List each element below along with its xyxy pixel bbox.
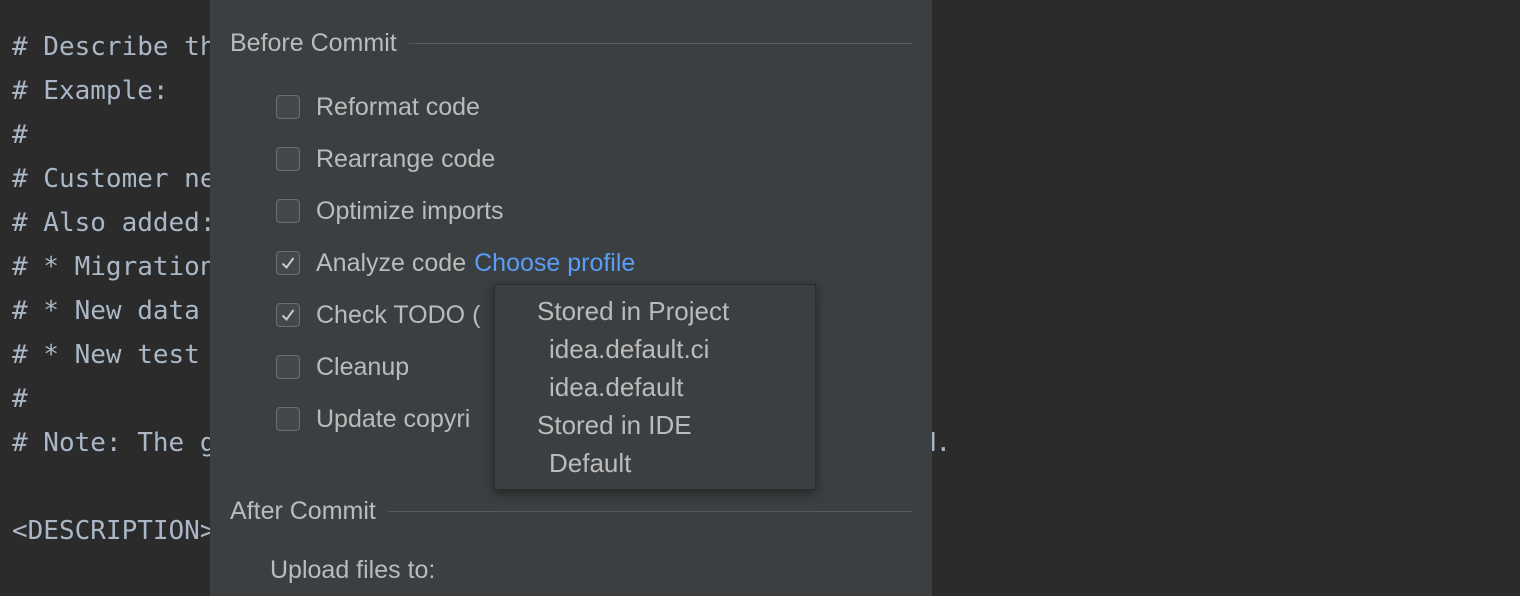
option-update-copyright[interactable]: Update copyri (276, 403, 470, 435)
option-cleanup[interactable]: Cleanup (276, 351, 409, 383)
choose-profile-link[interactable]: Choose profile (474, 249, 635, 278)
option-analyze-code[interactable]: Analyze code Choose profile (276, 247, 635, 279)
profile-default[interactable]: Default (549, 447, 631, 479)
option-label: Check TODO ( (316, 300, 481, 329)
code-line-6: # * Migration (12, 252, 216, 282)
option-label: Analyze code (316, 248, 467, 277)
option-reformat-code[interactable]: Reformat code (276, 91, 480, 123)
code-line-2: # Example: (12, 76, 169, 106)
before-commit-title: Before Commit (230, 28, 397, 57)
analyze-code-checkbox[interactable] (276, 251, 300, 275)
option-label: Cleanup (316, 352, 410, 381)
code-line-5: # Also added: (12, 208, 216, 238)
option-label: Rearrange code (316, 144, 496, 173)
section-divider (408, 42, 912, 44)
after-commit-section: After Commit (230, 496, 912, 526)
after-commit-title: After Commit (230, 496, 376, 525)
update-copyright-checkbox[interactable] (276, 407, 300, 431)
section-divider (387, 510, 912, 512)
option-label: Optimize imports (316, 196, 504, 225)
option-optimize-imports[interactable]: Optimize imports (276, 195, 504, 227)
choose-profile-popup: Stored in Project idea.default.ci idea.d… (494, 284, 816, 490)
checkmark-icon (281, 257, 295, 270)
popup-group-project: Stored in Project (537, 296, 730, 326)
rearrange-code-checkbox[interactable] (276, 147, 300, 171)
code-line-7: # * New data (12, 296, 200, 326)
upload-files-label: Upload files to: (270, 556, 436, 584)
option-label: Reformat code (316, 92, 480, 121)
profile-idea-default-ci[interactable]: idea.default.ci (549, 333, 709, 365)
profile-idea-default[interactable]: idea.default (549, 371, 683, 403)
check-todo-checkbox[interactable] (276, 303, 300, 327)
option-label: Update copyri (316, 404, 471, 433)
cleanup-checkbox[interactable] (276, 355, 300, 379)
code-line-3: # (12, 120, 28, 150)
optimize-imports-checkbox[interactable] (276, 199, 300, 223)
reformat-code-checkbox[interactable] (276, 95, 300, 119)
option-rearrange-code[interactable]: Rearrange code (276, 143, 495, 175)
checkmark-icon (281, 309, 295, 322)
code-line-9: # (12, 384, 28, 414)
popup-group-ide: Stored in IDE (537, 410, 692, 440)
option-check-todo[interactable]: Check TODO ( (276, 299, 480, 331)
code-line-8: # * New test (12, 340, 200, 370)
before-commit-section: Before Commit (230, 28, 912, 58)
code-line-12: <DESCRIPTION> (12, 516, 216, 546)
